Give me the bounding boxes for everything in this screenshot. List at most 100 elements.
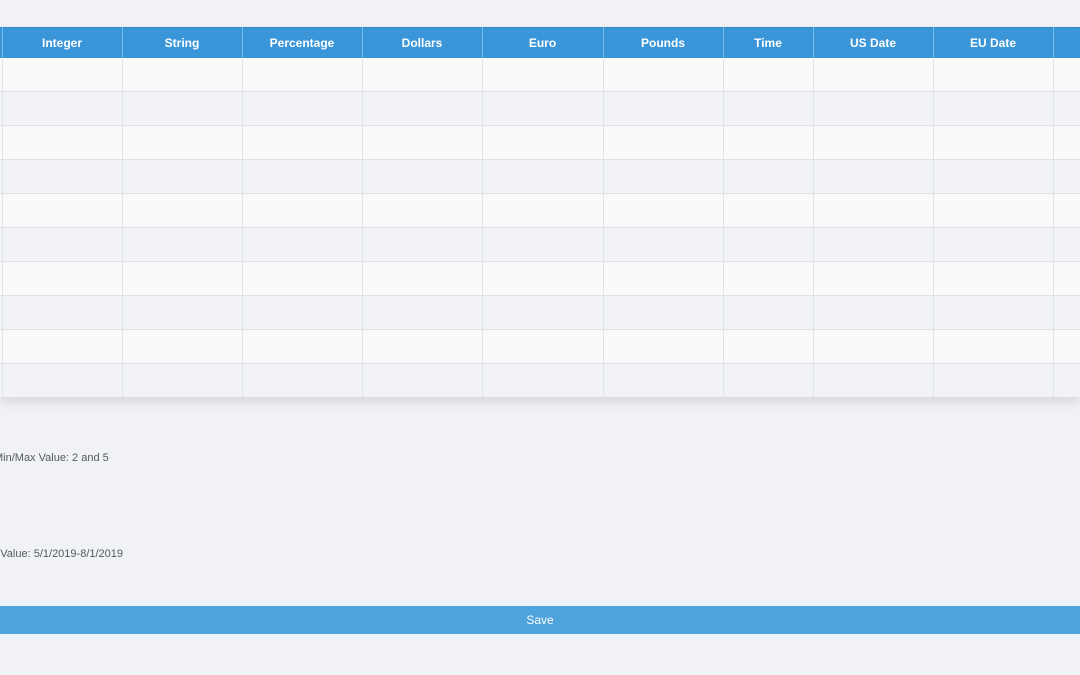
grid-cell-integer[interactable]	[2, 329, 123, 364]
header-cell-integer[interactable]: Integer	[2, 27, 123, 58]
grid-cell-time[interactable]	[723, 295, 814, 330]
grid-cell-dollars[interactable]	[362, 261, 483, 296]
grid-cell-integer[interactable]	[2, 363, 123, 397]
grid-cell-string[interactable]	[122, 58, 243, 92]
grid-cell-integer[interactable]	[2, 193, 123, 228]
grid-cell-pounds[interactable]	[603, 91, 724, 126]
grid-cell-time[interactable]	[723, 58, 814, 92]
grid-cell-eu-date[interactable]	[933, 329, 1054, 364]
grid-cell-eu-date[interactable]	[933, 159, 1054, 194]
grid-cell-integer[interactable]	[2, 58, 123, 92]
grid-cell-eu-date[interactable]	[933, 125, 1054, 160]
grid-cell-pounds[interactable]	[603, 125, 724, 160]
grid-cell-eu-date[interactable]	[933, 261, 1054, 296]
grid-cell-pounds[interactable]	[603, 363, 724, 397]
grid-cell-integer[interactable]	[2, 159, 123, 194]
header-cell-dollars[interactable]: Dollars	[362, 27, 483, 58]
grid-cell-string[interactable]	[122, 227, 243, 262]
grid-cell-col10[interactable]	[1053, 329, 1080, 364]
grid-cell-dollars[interactable]	[362, 329, 483, 364]
grid-cell-dollars[interactable]	[362, 91, 483, 126]
grid-cell-euro[interactable]	[482, 58, 604, 92]
grid-cell-pounds[interactable]	[603, 58, 724, 92]
grid-cell-eu-date[interactable]	[933, 91, 1054, 126]
grid-cell-us-date[interactable]	[813, 227, 934, 262]
grid-cell-percentage[interactable]	[242, 159, 363, 194]
grid-cell-time[interactable]	[723, 329, 814, 364]
grid-cell-col10[interactable]	[1053, 91, 1080, 126]
grid-cell-percentage[interactable]	[242, 91, 363, 126]
grid-cell-us-date[interactable]	[813, 193, 934, 228]
grid-cell-string[interactable]	[122, 329, 243, 364]
grid-cell-string[interactable]	[122, 295, 243, 330]
grid-cell-integer[interactable]	[2, 125, 123, 160]
grid-cell-col10[interactable]	[1053, 125, 1080, 160]
grid-cell-percentage[interactable]	[242, 227, 363, 262]
grid-cell-euro[interactable]	[482, 193, 604, 228]
grid-cell-us-date[interactable]	[813, 125, 934, 160]
grid-cell-percentage[interactable]	[242, 58, 363, 92]
grid-cell-euro[interactable]	[482, 125, 604, 160]
grid-cell-pounds[interactable]	[603, 295, 724, 330]
header-cell-percentage[interactable]: Percentage	[242, 27, 363, 58]
grid-cell-pounds[interactable]	[603, 261, 724, 296]
grid-cell-time[interactable]	[723, 125, 814, 160]
grid-cell-euro[interactable]	[482, 91, 604, 126]
grid-cell-pounds[interactable]	[603, 159, 724, 194]
grid-cell-pounds[interactable]	[603, 193, 724, 228]
grid-cell-string[interactable]	[122, 261, 243, 296]
grid-cell-dollars[interactable]	[362, 193, 483, 228]
grid-cell-us-date[interactable]	[813, 261, 934, 296]
grid-cell-percentage[interactable]	[242, 329, 363, 364]
grid-cell-euro[interactable]	[482, 329, 604, 364]
grid-cell-eu-date[interactable]	[933, 295, 1054, 330]
header-cell-euro[interactable]: Euro	[482, 27, 604, 58]
grid-cell-percentage[interactable]	[242, 193, 363, 228]
grid-cell-col10[interactable]	[1053, 363, 1080, 397]
grid-cell-col10[interactable]	[1053, 193, 1080, 228]
grid-cell-euro[interactable]	[482, 363, 604, 397]
grid-cell-pounds[interactable]	[603, 329, 724, 364]
grid-cell-us-date[interactable]	[813, 363, 934, 397]
grid-cell-time[interactable]	[723, 193, 814, 228]
grid-cell-euro[interactable]	[482, 159, 604, 194]
grid-cell-dollars[interactable]	[362, 58, 483, 92]
grid-cell-dollars[interactable]	[362, 363, 483, 397]
grid-cell-dollars[interactable]	[362, 295, 483, 330]
grid-cell-percentage[interactable]	[242, 363, 363, 397]
grid-cell-eu-date[interactable]	[933, 363, 1054, 397]
grid-cell-string[interactable]	[122, 91, 243, 126]
grid-cell-dollars[interactable]	[362, 125, 483, 160]
header-cell-string[interactable]: String	[122, 27, 243, 58]
grid-cell-string[interactable]	[122, 125, 243, 160]
grid-cell-us-date[interactable]	[813, 295, 934, 330]
grid-cell-string[interactable]	[122, 363, 243, 397]
grid-cell-time[interactable]	[723, 91, 814, 126]
save-button[interactable]: Save	[0, 606, 1080, 634]
grid-cell-integer[interactable]	[2, 261, 123, 296]
grid-cell-string[interactable]	[122, 193, 243, 228]
grid-cell-col10[interactable]	[1053, 295, 1080, 330]
grid-cell-euro[interactable]	[482, 227, 604, 262]
grid-cell-time[interactable]	[723, 159, 814, 194]
grid-cell-pounds[interactable]	[603, 227, 724, 262]
grid-cell-time[interactable]	[723, 227, 814, 262]
header-cell-pounds[interactable]: Pounds	[603, 27, 724, 58]
grid-cell-euro[interactable]	[482, 261, 604, 296]
grid-cell-us-date[interactable]	[813, 159, 934, 194]
grid-cell-col10[interactable]	[1053, 159, 1080, 194]
grid-cell-eu-date[interactable]	[933, 193, 1054, 228]
header-cell-eu-date[interactable]: EU Date	[933, 27, 1054, 58]
grid-cell-col10[interactable]	[1053, 227, 1080, 262]
grid-cell-euro[interactable]	[482, 295, 604, 330]
grid-cell-string[interactable]	[122, 159, 243, 194]
grid-cell-us-date[interactable]	[813, 329, 934, 364]
grid-cell-us-date[interactable]	[813, 91, 934, 126]
grid-cell-col10[interactable]	[1053, 58, 1080, 92]
grid-cell-eu-date[interactable]	[933, 58, 1054, 92]
grid-cell-percentage[interactable]	[242, 261, 363, 296]
header-cell-extra[interactable]	[1053, 27, 1080, 58]
grid-cell-dollars[interactable]	[362, 159, 483, 194]
grid-cell-integer[interactable]	[2, 227, 123, 262]
grid-cell-time[interactable]	[723, 261, 814, 296]
